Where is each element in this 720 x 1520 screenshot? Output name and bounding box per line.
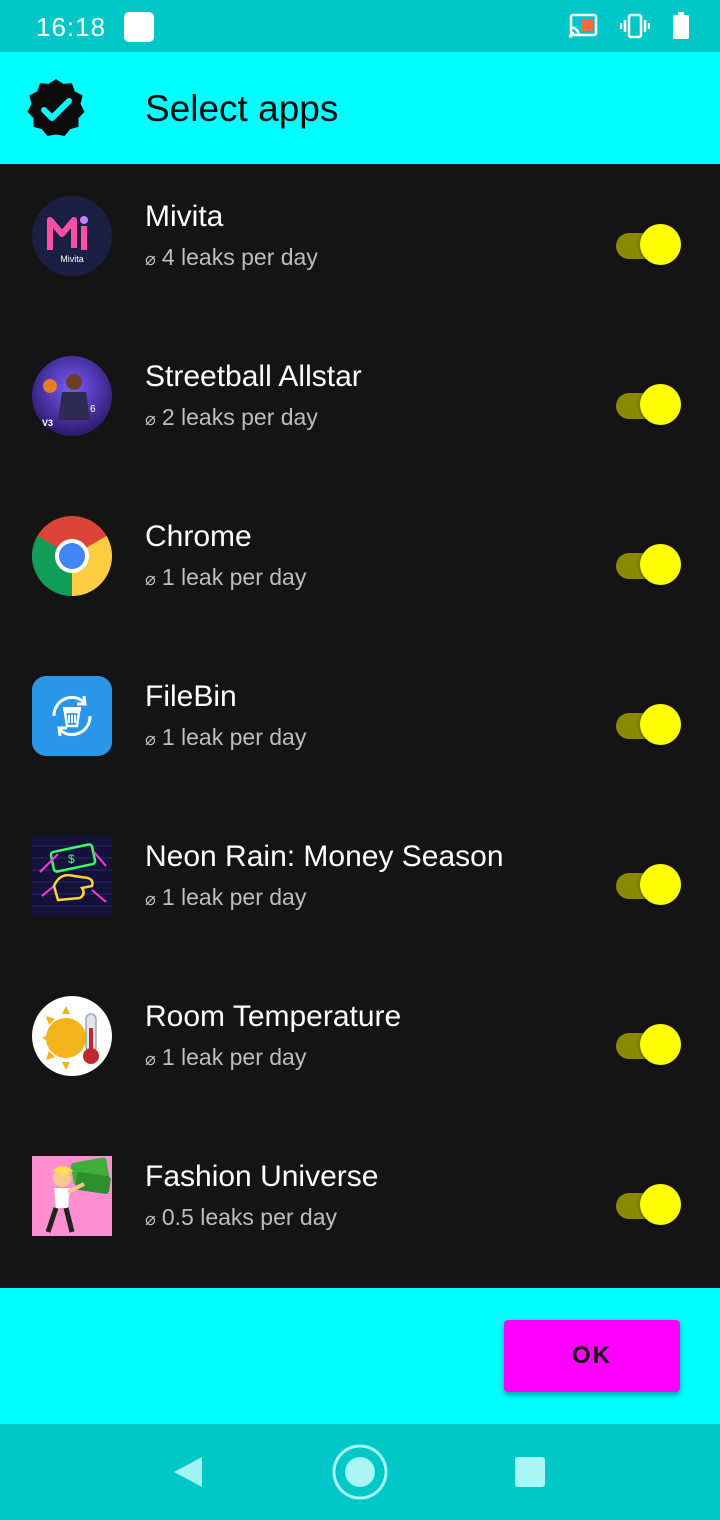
list-item[interactable]: Room Temperature ⌀ 1 leak per day <box>0 964 720 1124</box>
average-symbol-icon: ⌀ <box>145 249 156 269</box>
app-name: FileBin <box>145 680 237 713</box>
app-bar: Select apps <box>0 52 720 164</box>
list-item[interactable]: Mivita Mivita ⌀ 4 leaks per day <box>0 164 720 324</box>
app-name: Neon Rain: Money Season <box>145 840 504 873</box>
leaks-text: 1 leak per day <box>161 884 307 910</box>
streetball-icon-label: V3 <box>42 418 53 428</box>
app-name: Chrome <box>145 520 252 553</box>
leaks-text: 0.5 leaks per day <box>161 1204 338 1230</box>
mivita-app-icon: Mivita <box>32 196 112 276</box>
average-symbol-icon: ⌀ <box>145 729 156 749</box>
leaks-text: 1 leak per day <box>161 1044 307 1070</box>
svg-text:6: 6 <box>90 404 96 415</box>
battery-icon <box>673 12 689 39</box>
room-temperature-app-icon <box>32 996 112 1076</box>
list-item[interactable]: $ Neon Rain: Money Season ⌀ 1 leak per da… <box>0 804 720 964</box>
toggle-thumb <box>640 544 681 585</box>
average-symbol-icon: ⌀ <box>145 1049 156 1069</box>
list-item[interactable]: Fashion Universe ⌀ 0.5 leaks per day <box>0 1124 720 1284</box>
app-list: Mivita Mivita ⌀ 4 leaks per day 6 V3 Stre… <box>0 164 720 1288</box>
status-bar: 16:18 <box>0 0 720 52</box>
app-toggle[interactable] <box>616 384 682 426</box>
chrome-app-icon <box>32 516 112 596</box>
leaks-text: 1 leak per day <box>161 724 307 750</box>
recents-icon[interactable] <box>512 1454 548 1490</box>
footer: OK <box>0 1288 720 1424</box>
ok-button[interactable]: OK <box>504 1320 680 1392</box>
app-leaks: ⌀ 4 leaks per day <box>145 244 318 271</box>
app-toggle[interactable] <box>616 864 682 906</box>
toggle-thumb <box>640 384 681 425</box>
filebin-app-icon <box>32 676 112 756</box>
leaks-text: 1 leak per day <box>161 564 307 590</box>
average-symbol-icon: ⌀ <box>145 569 156 589</box>
toggle-thumb <box>640 1184 681 1225</box>
app-leaks: ⌀ 1 leak per day <box>145 564 306 591</box>
list-item[interactable]: FileBin ⌀ 1 leak per day <box>0 644 720 804</box>
list-item[interactable]: Chrome ⌀ 1 leak per day <box>0 484 720 644</box>
toggle-thumb <box>640 224 681 265</box>
app-leaks: ⌀ 1 leak per day <box>145 884 306 911</box>
list-item[interactable]: 6 V3 Streetball Allstar ⌀ 2 leaks per day <box>0 324 720 484</box>
app-name: Fashion Universe <box>145 1160 379 1193</box>
app-toggle[interactable] <box>616 704 682 746</box>
cast-icon <box>568 13 598 38</box>
neon-rain-app-icon: $ <box>32 836 112 916</box>
app-toggle[interactable] <box>616 544 682 586</box>
app-name: Streetball Allstar <box>145 360 362 393</box>
app-name: Mivita <box>145 200 224 233</box>
app-toggle[interactable] <box>616 224 682 266</box>
back-icon[interactable] <box>170 1454 206 1490</box>
toggle-thumb <box>640 704 681 745</box>
page-title: Select apps <box>145 88 339 129</box>
app-leaks: ⌀ 1 leak per day <box>145 724 306 751</box>
navigation-bar <box>0 1424 720 1520</box>
average-symbol-icon: ⌀ <box>145 409 156 429</box>
streetball-app-icon: 6 V3 <box>32 356 112 436</box>
status-time: 16:18 <box>36 12 107 42</box>
app-toggle[interactable] <box>616 1184 682 1226</box>
average-symbol-icon: ⌀ <box>145 889 156 909</box>
home-icon[interactable] <box>330 1442 390 1502</box>
average-symbol-icon: ⌀ <box>145 1209 156 1229</box>
leaks-text: 4 leaks per day <box>161 244 318 270</box>
vibrate-icon <box>620 13 650 39</box>
notification-square-icon <box>124 12 154 42</box>
app-toggle[interactable] <box>616 1024 682 1066</box>
app-leaks: ⌀ 1 leak per day <box>145 1044 306 1071</box>
mivita-icon-label: Mivita <box>60 254 84 264</box>
leaks-text: 2 leaks per day <box>161 404 318 430</box>
verified-badge-icon <box>27 79 85 136</box>
status-icons <box>568 12 690 40</box>
app-name: Room Temperature <box>145 1000 402 1033</box>
toggle-thumb <box>640 864 681 905</box>
fashion-universe-app-icon <box>32 1156 112 1236</box>
app-leaks: ⌀ 2 leaks per day <box>145 404 318 431</box>
svg-text:$: $ <box>68 852 75 866</box>
toggle-thumb <box>640 1024 681 1065</box>
app-leaks: ⌀ 0.5 leaks per day <box>145 1204 337 1231</box>
